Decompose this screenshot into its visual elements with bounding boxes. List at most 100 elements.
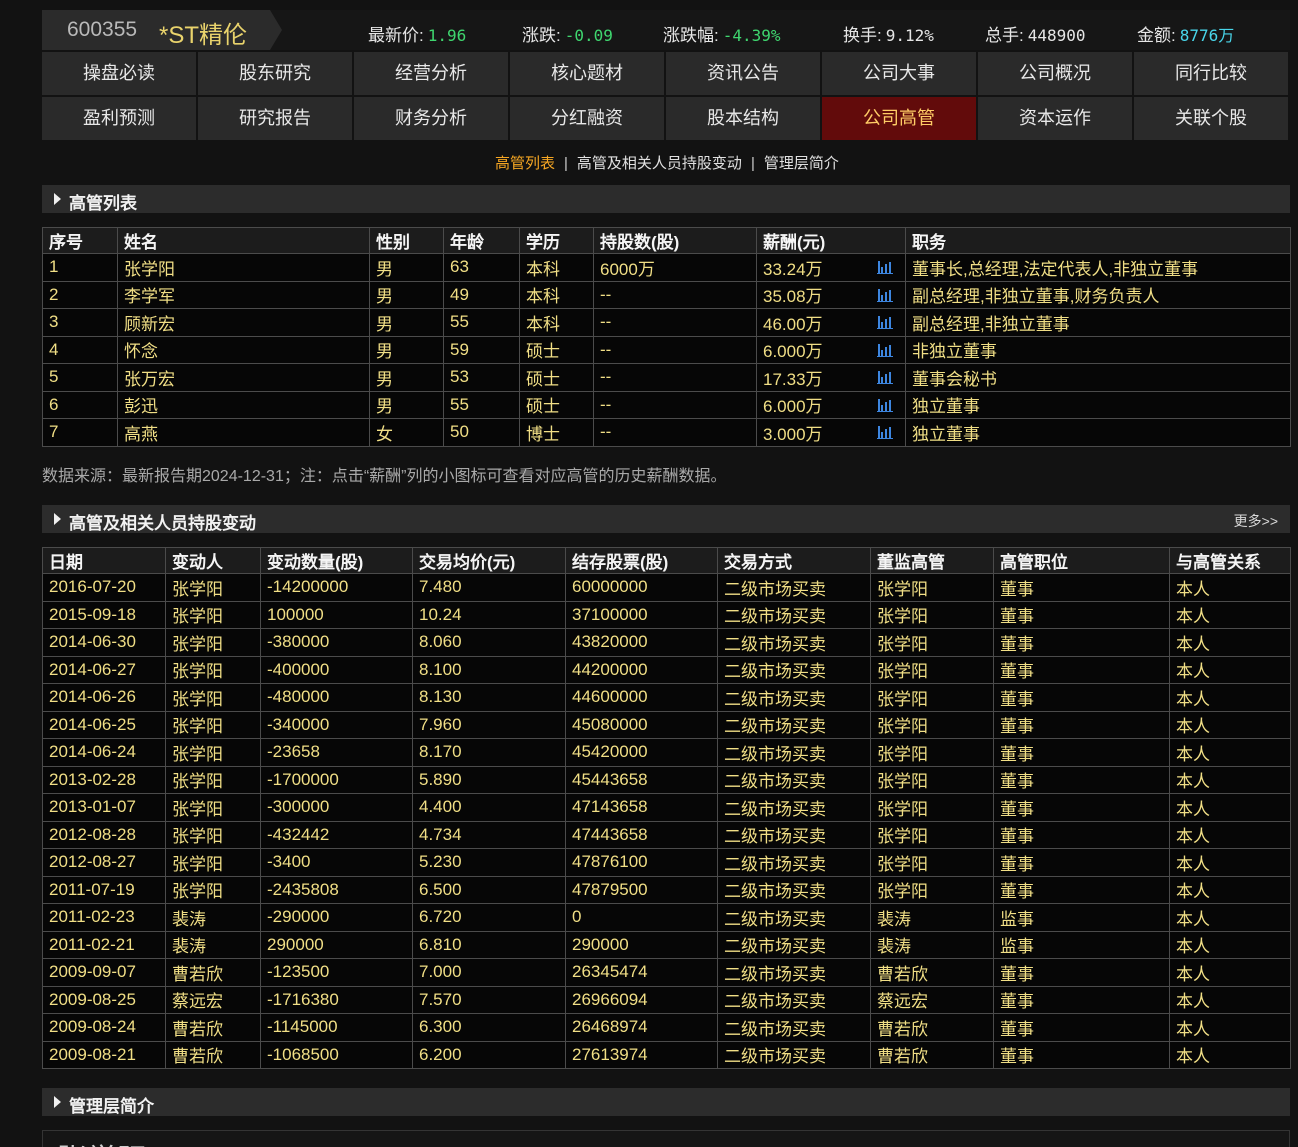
table-cell: 张学阳 <box>165 710 261 739</box>
table-cell: 2011-02-23 <box>42 903 166 932</box>
table-cell: 董事长,总经理,法定代表人,非独立董事 <box>905 253 1291 282</box>
table-cell: 董事 <box>993 820 1170 849</box>
table-cell: 2013-02-28 <box>42 765 166 794</box>
bar-chart-icon[interactable] <box>877 260 893 275</box>
subnav-link[interactable]: 高管列表 <box>495 155 555 172</box>
table-cell: -3400 <box>260 848 413 877</box>
table-row: 2013-01-07 张学阳 -300000 4.400 47143658 二级市场买卖张… <box>42 793 1291 822</box>
latest-price: 最新价: 1.96 <box>368 21 466 46</box>
bar-chart-icon[interactable] <box>877 315 893 330</box>
table-cell: 50 <box>443 418 520 447</box>
table-row: 2013-02-28 张学阳 -1700000 5.890 45443658 二级市场买卖… <box>42 765 1291 794</box>
salary-cell: 6.000万 <box>763 337 899 362</box>
subnav-link[interactable]: 管理层简介 <box>764 155 839 172</box>
volume-label: 总手: <box>985 26 1024 45</box>
volume: 总手: 448900 <box>985 21 1086 46</box>
nav-tab[interactable]: 操盘必读 <box>42 52 196 95</box>
subnav-link[interactable]: 高管及相关人员持股变动 <box>577 155 742 172</box>
table-cell: 男 <box>369 308 444 337</box>
section-header-holding-changes[interactable]: 高管及相关人员持股变动 更多>> <box>42 505 1290 533</box>
table-cell: 二级市场买卖 <box>717 848 871 877</box>
nav-tab[interactable]: 同行比较 <box>1134 52 1288 95</box>
table-cell: 4.734 <box>412 820 566 849</box>
table-cell: 副总经理,非独立董事,财务负责人 <box>905 280 1291 309</box>
table-cell: -480000 <box>260 683 413 712</box>
salary-cell: 6.000万 <box>763 392 899 417</box>
table-cell: 怀念 <box>117 335 370 364</box>
table-cell: 二级市场买卖 <box>717 655 871 684</box>
nav-tab[interactable]: 核心题材 <box>510 52 664 95</box>
section-header-exec-list[interactable]: 高管列表 <box>42 185 1290 213</box>
nav-tab[interactable]: 股本结构 <box>666 97 820 140</box>
nav-tab[interactable]: 盈利预测 <box>42 97 196 140</box>
bar-chart-icon[interactable] <box>877 343 893 357</box>
table-cell: 张学阳 <box>165 600 261 629</box>
table-cell: -432442 <box>260 820 413 849</box>
table-cell: 2009-08-21 <box>42 1040 166 1069</box>
subnav-separator: | <box>564 155 568 172</box>
nav-tab[interactable]: 经营分析 <box>354 52 508 95</box>
table-cell: 本人 <box>1169 1040 1291 1069</box>
table-cell: 43820000 <box>565 628 718 657</box>
column-header: 薪酬(元) <box>756 227 906 254</box>
table-cell: 本人 <box>1169 1013 1291 1042</box>
section-header-management-intro[interactable]: 管理层简介 <box>42 1088 1290 1116</box>
nav-tab[interactable]: 研究报告 <box>198 97 352 140</box>
nav-tab[interactable]: 公司概况 <box>978 52 1132 95</box>
table-cell: 本人 <box>1169 655 1291 684</box>
column-header: 学历 <box>519 227 594 254</box>
nav-tab[interactable]: 资本运作 <box>978 97 1132 140</box>
change-pct-label: 涨跌幅: <box>663 26 719 45</box>
nav-tab[interactable]: 股东研究 <box>198 52 352 95</box>
table-cell: -- <box>593 418 757 447</box>
amount-value: 8776万 <box>1179 26 1235 45</box>
table-cell: 曹若欣 <box>870 1040 994 1069</box>
bar-chart-icon[interactable] <box>877 370 893 385</box>
table-cell: 男 <box>369 390 444 419</box>
table-cell: 张学阳 <box>165 765 261 794</box>
column-header: 职务 <box>905 227 1291 254</box>
column-header: 变动数量(股) <box>260 547 413 574</box>
table-cell: 董事 <box>993 655 1170 684</box>
nav-tab[interactable]: 分红融资 <box>510 97 664 140</box>
bar-chart-icon[interactable] <box>877 425 893 440</box>
table-cell: -- <box>593 390 757 419</box>
table-cell: -23658 <box>260 738 413 767</box>
triangle-right-icon <box>54 193 61 205</box>
table-cell: 55 <box>443 390 520 419</box>
table-cell: 曹若欣 <box>165 1013 261 1042</box>
table-cell: 60000000 <box>565 573 718 602</box>
table-cell: 张学阳 <box>165 848 261 877</box>
table-cell: 2011-02-21 <box>42 930 166 959</box>
table-row: 2011-07-19 张学阳 -2435808 6.500 47879500 二级市场买卖… <box>42 875 1291 904</box>
table-cell: 张学阳 <box>870 820 994 849</box>
table-cell: 7.570 <box>412 985 566 1014</box>
table-cell: 46.00万 <box>756 308 906 337</box>
main-nav: 操盘必读 股东研究 经营分析 核心题材 资讯公告 公司大事 公司概况 同行比较盈利预测 研究报告… <box>42 52 1292 140</box>
bar-chart-icon[interactable] <box>877 398 893 412</box>
table-cell: 6.000万 <box>756 335 906 364</box>
table-cell: 二级市场买卖 <box>717 600 871 629</box>
table-cell: 本人 <box>1169 820 1291 849</box>
table-cell: 张学阳 <box>870 738 994 767</box>
bio-box: 张学阳 <box>42 1130 1290 1147</box>
table-cell: 6.000万 <box>756 390 906 419</box>
table-cell: -2435808 <box>260 875 413 904</box>
table-cell: 硕士 <box>519 390 594 419</box>
nav-tab[interactable]: 公司高管 <box>822 97 976 140</box>
more-link[interactable]: 更多>> <box>1234 511 1278 531</box>
column-header: 董监高管 <box>870 547 994 574</box>
table-cell: 董事 <box>993 875 1170 904</box>
table-cell: 2011-07-19 <box>42 875 166 904</box>
table-cell: 5.230 <box>412 848 566 877</box>
column-header: 高管职位 <box>993 547 1170 574</box>
table-cell: 6 <box>42 390 118 419</box>
table-cell: -1716380 <box>260 985 413 1014</box>
nav-tab[interactable]: 关联个股 <box>1134 97 1288 140</box>
nav-tab[interactable]: 资讯公告 <box>666 52 820 95</box>
salary-value: 6.000万 <box>763 342 823 362</box>
nav-tab[interactable]: 财务分析 <box>354 97 508 140</box>
table-cell: 二级市场买卖 <box>717 793 871 822</box>
bar-chart-icon[interactable] <box>877 288 893 302</box>
nav-tab[interactable]: 公司大事 <box>822 52 976 95</box>
